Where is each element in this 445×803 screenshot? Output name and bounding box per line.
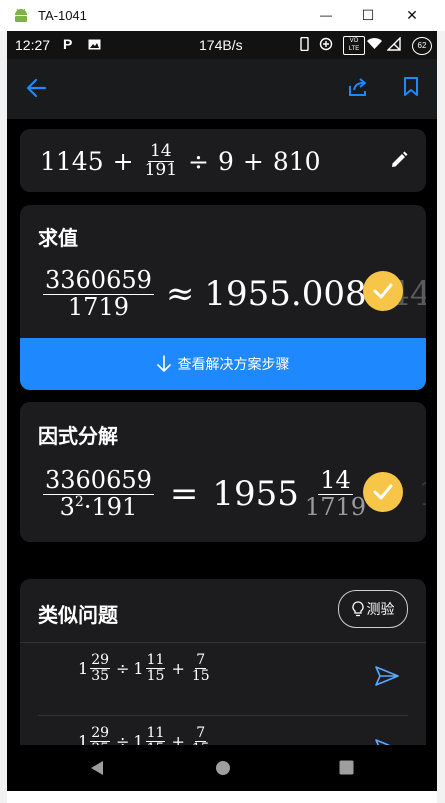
no-signal-icon	[387, 37, 401, 51]
similar-expression: 1 2935 ÷ 1 1115 + 715	[78, 725, 210, 745]
wifi-icon	[367, 38, 382, 49]
close-window-button[interactable]: ✕	[394, 4, 430, 26]
check-icon	[373, 283, 393, 299]
similar-item[interactable]: 1 2935 ÷ 1 1115 + 715	[38, 716, 408, 745]
maximize-icon: ☐	[361, 6, 375, 23]
nav-recents-icon[interactable]	[339, 760, 354, 775]
back-arrow-icon[interactable]	[25, 77, 47, 99]
nav-home-icon[interactable]	[215, 760, 231, 776]
data-saver-icon	[319, 37, 333, 51]
maximize-button[interactable]: ☐	[350, 4, 386, 26]
android-logo-icon	[15, 8, 27, 22]
send-icon[interactable]	[374, 665, 400, 687]
quiz-button[interactable]: 测验	[338, 590, 408, 628]
edit-pencil-icon[interactable]	[390, 151, 408, 169]
similar-problems-card: 类似问题 测验 1 29 35 ÷ 1 11 15 + 7 15 1 29 ÷ …	[20, 579, 426, 745]
evaluate-heading: 求值	[38, 226, 78, 250]
background-window-strip-left	[0, 31, 7, 803]
factor-heading: 因式分解	[38, 424, 118, 448]
problem-fraction: 14 191	[144, 140, 178, 180]
results-content[interactable]: 1145 + 14 191 ÷ 9 + 810 求值 3360659 1719 …	[7, 119, 437, 745]
lightbulb-icon	[351, 601, 364, 617]
problem-expression: 1145 + 14 191 ÷ 9 + 810	[40, 140, 321, 180]
send-icon[interactable]	[374, 738, 400, 745]
quiz-label: 测验	[366, 602, 395, 618]
similar-heading: 类似问题	[38, 603, 118, 627]
factor-mixed-fraction: 14 1719	[304, 466, 366, 521]
app-bar	[7, 59, 437, 119]
phone-icon	[300, 37, 309, 51]
minimize-icon: —	[320, 8, 332, 22]
p-icon: P	[63, 36, 73, 52]
similar-item[interactable]: 1 2935 ÷ 1 1115 + 715	[38, 643, 408, 715]
factor-check-badge	[363, 472, 403, 512]
window-title: TA-1041	[38, 8, 87, 23]
close-icon: ✕	[406, 6, 418, 23]
evaluate-fraction: 3360659 1719	[43, 266, 154, 321]
nav-back-icon[interactable]	[89, 760, 105, 776]
status-bar: 12:27 P 174B/s VO LTE 62	[7, 31, 437, 59]
factor-card: 因式分解 3360659 32·191 = 1955 14 1719 1	[20, 402, 426, 542]
problem-card: 1145 + 14 191 ÷ 9 + 810	[20, 129, 426, 192]
factor-fraction: 3360659 32·191	[43, 466, 154, 521]
image-icon	[88, 39, 101, 50]
window-title-bar: TA-1041 — ☐ ✕	[0, 0, 445, 31]
evaluate-check-badge	[363, 271, 403, 311]
check-icon	[373, 484, 393, 500]
background-window-strip-right	[437, 31, 445, 803]
arrow-down-icon	[156, 355, 171, 372]
volte-badge: VO LTE	[343, 36, 365, 55]
navigation-bar	[7, 745, 437, 791]
network-speed: 174B/s	[199, 37, 243, 53]
phone-screen: 12:27 P 174B/s VO LTE 62 1145 + 14 191 ÷…	[7, 31, 437, 791]
solution-steps-button[interactable]: 查看解决方案步骤	[20, 338, 426, 390]
similar-expression: 1 2935 ÷ 1 1115 + 715	[78, 652, 210, 685]
minimize-button[interactable]: —	[308, 4, 344, 26]
share-icon[interactable]	[347, 76, 369, 98]
solution-steps-label: 查看解决方案步骤	[177, 357, 290, 373]
emulator-window: TA-1041 — ☐ ✕ 12:27 P 174B/s VO LTE 62 1…	[0, 0, 445, 803]
status-time: 12:27	[15, 37, 51, 53]
evaluate-card: 求值 3360659 1719 ≈ 1955.008 144	[20, 205, 426, 390]
battery-indicator: 62	[412, 37, 432, 55]
bookmark-icon[interactable]	[403, 76, 419, 98]
